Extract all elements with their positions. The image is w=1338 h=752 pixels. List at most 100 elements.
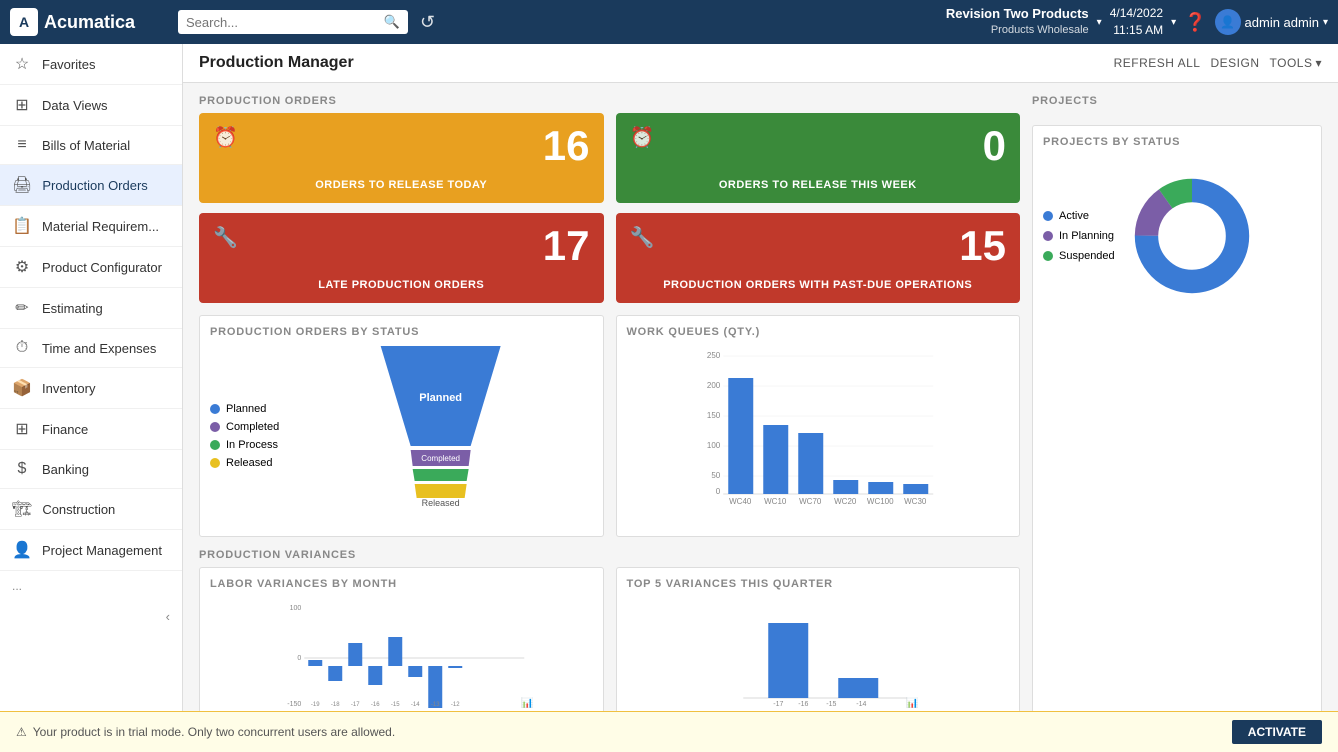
top5-quarter-panel: TOP 5 VARIANCES THIS QUARTER -17 <box>616 567 1021 711</box>
svg-text:100: 100 <box>290 605 302 612</box>
legend-dot-active <box>1043 211 1053 221</box>
svg-text:-17: -17 <box>773 701 783 708</box>
legend-label-released: Released <box>226 457 272 469</box>
sidebar-label-material-req: Material Requirem... <box>42 219 159 234</box>
sidebar-item-project-mgmt[interactable]: 👤 Project Management <box>0 530 182 571</box>
page-title: Production Manager <box>199 54 354 72</box>
page-actions: REFRESH ALL DESIGN TOOLS ▾ <box>1114 56 1322 70</box>
svg-text:-15: -15 <box>391 702 400 708</box>
svg-text:WC30: WC30 <box>904 497 927 506</box>
legend-planned: Planned <box>210 403 279 415</box>
tools-button[interactable]: TOOLS ▾ <box>1270 56 1323 70</box>
sidebar-label-production-orders: Production Orders <box>42 178 148 193</box>
activate-button[interactable]: ACTIVATE <box>1232 720 1322 744</box>
donut-svg <box>1127 171 1257 301</box>
kpi-pastdue-ops[interactable]: 🔧 15 PRODUCTION ORDERS WITH PAST-DUE OPE… <box>616 213 1021 303</box>
svg-text:WC100: WC100 <box>866 497 893 506</box>
bom-icon: ≡ <box>12 136 32 154</box>
date-display: 4/14/2022 <box>1110 5 1163 22</box>
orders-week-number: 0 <box>630 125 1007 167</box>
collapse-icon: ‹ <box>166 609 170 624</box>
company-selector[interactable]: Revision Two Products Products Wholesale <box>946 6 1089 37</box>
svg-text:-16: -16 <box>371 702 380 708</box>
user-menu[interactable]: 👤 admin admin ▾ <box>1215 9 1328 35</box>
project-mgmt-icon: 👤 <box>12 540 32 560</box>
logo-text: Acumatica <box>44 12 135 33</box>
legend-dot-planning <box>1043 231 1053 241</box>
funnel-svg: Planned Released Completed <box>289 346 592 526</box>
production-orders-section: PRODUCTION ORDERS ⏰ 16 ORDERS TO RELEASE… <box>199 95 1020 303</box>
charts-row-1: PRODUCTION ORDERS BY STATUS Planned <box>199 315 1020 537</box>
dashboard-columns: PRODUCTION ORDERS ⏰ 16 ORDERS TO RELEASE… <box>199 95 1322 711</box>
workqueues-chart-panel: WORK QUEUES (QTY.) 250 200 150 100 50 0 <box>616 315 1021 537</box>
design-button[interactable]: DESIGN <box>1210 56 1259 70</box>
production-orders-label: PRODUCTION ORDERS <box>199 95 1020 107</box>
kpi-late-orders[interactable]: 🔧 17 LATE PRODUCTION ORDERS <box>199 213 604 303</box>
warning-icon: ⚠ <box>16 725 27 739</box>
funnel-container: Planned Completed In Process <box>210 346 593 526</box>
sidebar-more[interactable]: ... <box>0 571 182 601</box>
company-dropdown-icon[interactable]: ▾ <box>1097 17 1102 28</box>
svg-text:-17: -17 <box>351 702 360 708</box>
legend-completed: Completed <box>210 421 279 433</box>
svg-text:-13: -13 <box>431 702 440 708</box>
sidebar-label-dataviews: Data Views <box>42 98 108 113</box>
projects-by-status-title: PROJECTS BY STATUS <box>1043 136 1311 148</box>
refresh-all-button[interactable]: REFRESH ALL <box>1114 56 1201 70</box>
history-button[interactable]: ↺ <box>416 8 439 37</box>
svg-text:0: 0 <box>715 487 720 496</box>
left-column: PRODUCTION ORDERS ⏰ 16 ORDERS TO RELEASE… <box>199 95 1020 711</box>
user-avatar: 👤 <box>1215 9 1241 35</box>
labor-variances-svg: 100 0 -150 -1 <box>210 598 593 708</box>
sidebar-item-production-orders[interactable]: 🖨 Production Orders <box>0 165 182 206</box>
sidebar-label-bom: Bills of Material <box>42 138 130 153</box>
sidebar-collapse-button[interactable]: ‹ <box>0 601 182 632</box>
sidebar-item-product-config[interactable]: ⚙ Product Configurator <box>0 247 182 288</box>
datetime-selector[interactable]: 4/14/2022 11:15 AM <box>1110 5 1163 39</box>
search-input[interactable] <box>186 15 378 30</box>
orders-today-label: ORDERS TO RELEASE TODAY <box>213 179 590 191</box>
search-bar[interactable]: 🔍 <box>178 10 408 34</box>
svg-text:Completed: Completed <box>422 454 461 463</box>
inventory-icon: 📦 <box>12 378 32 398</box>
svg-text:-150: -150 <box>287 701 301 708</box>
kpi-orders-week[interactable]: ⏰ 0 ORDERS TO RELEASE THIS WEEK <box>616 113 1021 203</box>
svg-text:-12: -12 <box>451 702 460 708</box>
kpi-orders-today[interactable]: ⏰ 16 ORDERS TO RELEASE TODAY <box>199 113 604 203</box>
sidebar-item-construction[interactable]: 🏗 Construction <box>0 489 182 530</box>
logo[interactable]: A Acumatica <box>10 8 170 36</box>
sidebar-label-estimating: Estimating <box>42 301 103 316</box>
company-sub: Products Wholesale <box>946 23 1089 37</box>
sidebar-item-time-expenses[interactable]: ⏱ Time and Expenses <box>0 329 182 368</box>
main-layout: ☆ Favorites ⊞ Data Views ≡ Bills of Mate… <box>0 44 1338 711</box>
svg-text:📊: 📊 <box>906 696 918 708</box>
sidebar-item-banking[interactable]: $ Banking <box>0 450 182 489</box>
sidebar-item-estimating[interactable]: ✏ Estimating <box>0 288 182 329</box>
sidebar-item-finance[interactable]: ⊞ Finance <box>0 409 182 450</box>
legend-dot-completed <box>210 422 220 432</box>
construction-icon: 🏗 <box>12 499 32 519</box>
top5-quarter-svg: -17 -16 -15 -14 📊 <box>627 598 1010 708</box>
sidebar-item-favorites[interactable]: ☆ Favorites <box>0 44 182 85</box>
legend-label-completed: Completed <box>226 421 279 433</box>
datetime-dropdown-icon[interactable]: ▾ <box>1171 17 1176 28</box>
sidebar-item-bom[interactable]: ≡ Bills of Material <box>0 126 182 165</box>
sidebar-item-dataviews[interactable]: ⊞ Data Views <box>0 85 182 126</box>
company-name: Revision Two Products <box>946 6 1089 23</box>
legend-label-planning: In Planning <box>1059 230 1114 242</box>
svg-text:-16: -16 <box>798 701 808 708</box>
help-button[interactable]: ❓ <box>1184 12 1206 33</box>
kpi-row-2: 🔧 17 LATE PRODUCTION ORDERS 🔧 15 PRODUCT… <box>199 213 1020 303</box>
sidebar-item-inventory[interactable]: 📦 Inventory <box>0 368 182 409</box>
sidebar-label-project-mgmt: Project Management <box>42 543 162 558</box>
orders-today-icon: ⏰ <box>213 125 238 150</box>
search-icon[interactable]: 🔍 <box>384 14 400 30</box>
orders-week-label: ORDERS TO RELEASE THIS WEEK <box>630 179 1007 191</box>
late-orders-label: LATE PRODUCTION ORDERS <box>213 279 590 291</box>
sidebar-label-banking: Banking <box>42 462 89 477</box>
estimating-icon: ✏ <box>12 298 32 318</box>
svg-text:100: 100 <box>706 441 720 450</box>
favorites-icon: ☆ <box>12 54 32 74</box>
sidebar-item-material-req[interactable]: 📋 Material Requirem... <box>0 206 182 247</box>
dashboard: PRODUCTION ORDERS ⏰ 16 ORDERS TO RELEASE… <box>183 83 1338 711</box>
